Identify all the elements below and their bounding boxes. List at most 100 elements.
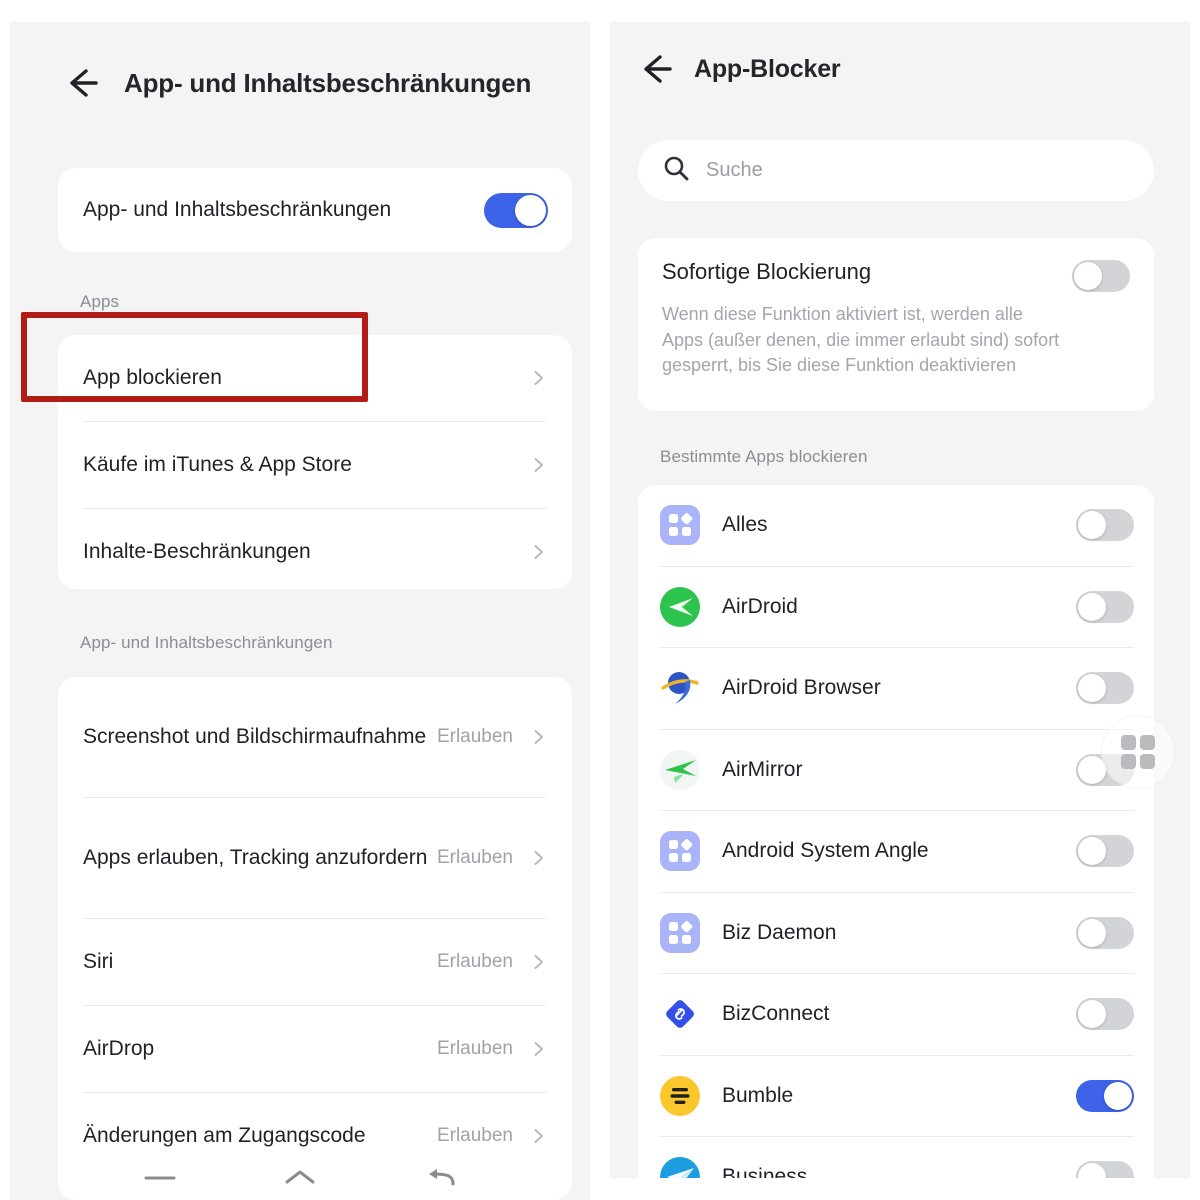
left-screen-panel: App- und Inhaltsbeschränkungen App- und … — [10, 22, 590, 1200]
all-apps-grid-icon — [660, 505, 700, 546]
instant-blocking-card: Sofortige Blockierung Wenn diese Funktio… — [638, 238, 1154, 411]
app-name: Biz Daemon — [722, 920, 837, 944]
list-item-tracking-request[interactable]: Apps erlauben, Tracking anzufordern Erla… — [83, 798, 547, 918]
row-label: Apps erlauben, Tracking anzufordern — [83, 845, 428, 869]
list-item-content-restrictions[interactable]: Inhalte-Beschränkungen — [83, 509, 547, 595]
master-restrictions-card[interactable]: App- und Inhaltsbeschränkungen — [58, 168, 572, 252]
row-label: Screenshot und Bildschirmaufnahme — [83, 724, 427, 748]
app-name: Business — [722, 1165, 808, 1178]
master-toggle-label: App- und Inhaltsbeschränkungen — [83, 197, 392, 221]
instant-blocking-description: Wenn diese Funktion aktiviert ist, werde… — [662, 304, 1060, 376]
toggle-knob — [1078, 837, 1106, 866]
row-value: Erlauben — [436, 726, 513, 747]
back-arrow-icon[interactable] — [634, 48, 676, 90]
toggle-knob — [1078, 918, 1106, 947]
bumble-icon — [660, 1075, 700, 1116]
app-grid-floating-icon — [1121, 735, 1155, 769]
back-undo-icon[interactable] — [420, 1166, 460, 1195]
left-screen-header: App- und Inhaltsbeschränkungen — [10, 22, 590, 104]
section-label-restrictions: App- und Inhaltsbeschränkungen — [80, 633, 333, 652]
list-item-android-system-angle[interactable]: Android System Angle — [660, 811, 1134, 892]
list-item-siri[interactable]: Siri Erlauben — [83, 919, 547, 1005]
row-value: Erlauben — [436, 1038, 513, 1059]
instant-blocking-toggle[interactable] — [1072, 260, 1130, 292]
app-toggle[interactable] — [1076, 1161, 1134, 1178]
page-title: App-Blocker — [694, 54, 841, 83]
row-label: Käufe im iTunes & App Store — [83, 452, 352, 476]
airmirror-icon — [660, 749, 700, 790]
app-toggle[interactable] — [1076, 916, 1134, 949]
list-item-airmirror[interactable]: AirMirror — [660, 730, 1134, 811]
minimize-dash-icon[interactable] — [140, 1166, 180, 1195]
toggle-knob — [1078, 592, 1106, 621]
row-value: Erlauben — [436, 1125, 513, 1146]
chevron-up-home-icon[interactable] — [280, 1166, 320, 1195]
row-value: Erlauben — [436, 847, 513, 868]
chevron-right-icon — [531, 370, 547, 386]
toggle-knob — [515, 194, 546, 226]
toggle-knob — [1078, 511, 1106, 540]
list-item-alles[interactable]: Alles — [660, 485, 1134, 566]
row-value: Erlauben — [436, 951, 513, 972]
toggle-knob — [1078, 1163, 1106, 1178]
row-label: App blockieren — [83, 365, 222, 389]
list-item-business[interactable]: Business — [660, 1137, 1134, 1178]
list-item-airdrop[interactable]: AirDrop Erlauben — [83, 1006, 547, 1092]
section-label-apps: Apps — [80, 292, 120, 311]
airdroid-browser-icon — [660, 668, 700, 708]
app-toggle[interactable] — [1076, 672, 1134, 705]
toggle-knob — [1074, 262, 1102, 290]
app-grid-floating-button[interactable] — [1101, 715, 1175, 789]
section-label-specific-apps: Bestimmte Apps blockieren — [660, 447, 868, 466]
app-toggle[interactable] — [1076, 998, 1134, 1031]
app-toggle[interactable] — [1076, 835, 1134, 868]
back-arrow-icon[interactable] — [60, 62, 102, 104]
list-item-airdroid-browser[interactable]: AirDroid Browser — [660, 648, 1134, 729]
row-label: Inhalte-Beschränkungen — [83, 539, 311, 563]
master-restrictions-toggle[interactable] — [484, 192, 548, 228]
chevron-right-icon — [531, 457, 547, 473]
list-item-screenshot-recording[interactable]: Screenshot und Bildschirmaufnahme Erlaub… — [83, 677, 547, 797]
toggle-knob — [1078, 674, 1106, 703]
app-toggle[interactable] — [1076, 590, 1134, 623]
chevron-right-icon — [531, 544, 547, 560]
business-icon — [660, 1157, 700, 1178]
search-input[interactable]: Suche — [638, 140, 1154, 201]
app-list-card: Alles AirDroid AirDroid Browser AirMirro… — [638, 485, 1154, 1178]
app-toggle[interactable] — [1076, 509, 1134, 542]
app-name: Android System Angle — [722, 839, 929, 863]
row-label: AirDrop — [83, 1036, 155, 1060]
list-item-biz-daemon[interactable]: Biz Daemon — [660, 893, 1134, 974]
apps-section-card: App blockieren Käufe im iTunes & App Sto… — [58, 335, 572, 589]
toggle-knob — [1104, 1081, 1132, 1110]
app-name: AirDroid Browser — [722, 676, 881, 700]
list-item-app-blockieren[interactable]: App blockieren — [83, 335, 547, 421]
app-toggle[interactable] — [1076, 1079, 1134, 1112]
list-item-itunes-purchases[interactable]: Käufe im iTunes & App Store — [83, 422, 547, 508]
row-label: Siri — [83, 949, 114, 973]
list-item-bumble[interactable]: Bumble — [660, 1056, 1134, 1137]
page-title: App- und Inhaltsbeschränkungen — [124, 67, 532, 98]
app-name: AirDroid — [722, 594, 798, 618]
generic-app-grid-icon — [660, 912, 700, 953]
generic-app-grid-icon — [660, 831, 700, 872]
airdroid-icon — [660, 586, 700, 627]
toggle-knob — [1078, 1000, 1106, 1029]
search-icon — [662, 154, 690, 187]
instant-blocking-header: Sofortige Blockierung — [662, 259, 1130, 292]
chevron-right-icon — [531, 1128, 547, 1144]
screenshot-stage: App- und Inhaltsbeschränkungen App- und … — [0, 0, 1200, 1200]
app-name: BizConnect — [722, 1002, 830, 1026]
search-placeholder: Suche — [706, 159, 763, 181]
row-label: Änderungen am Zugangscode — [83, 1123, 366, 1147]
instant-blocking-title: Sofortige Blockierung — [662, 259, 872, 284]
app-name: Bumble — [722, 1083, 794, 1107]
bizconnect-icon — [660, 994, 700, 1034]
restrictions-section-card: Screenshot und Bildschirmaufnahme Erlaub… — [58, 677, 572, 1200]
android-navigation-bar — [10, 1160, 590, 1200]
list-item-bizconnect[interactable]: BizConnect — [660, 974, 1134, 1055]
list-item-airdroid[interactable]: AirDroid — [660, 567, 1134, 648]
chevron-right-icon — [531, 954, 547, 970]
chevron-right-icon — [531, 850, 547, 866]
app-name: AirMirror — [722, 757, 803, 781]
